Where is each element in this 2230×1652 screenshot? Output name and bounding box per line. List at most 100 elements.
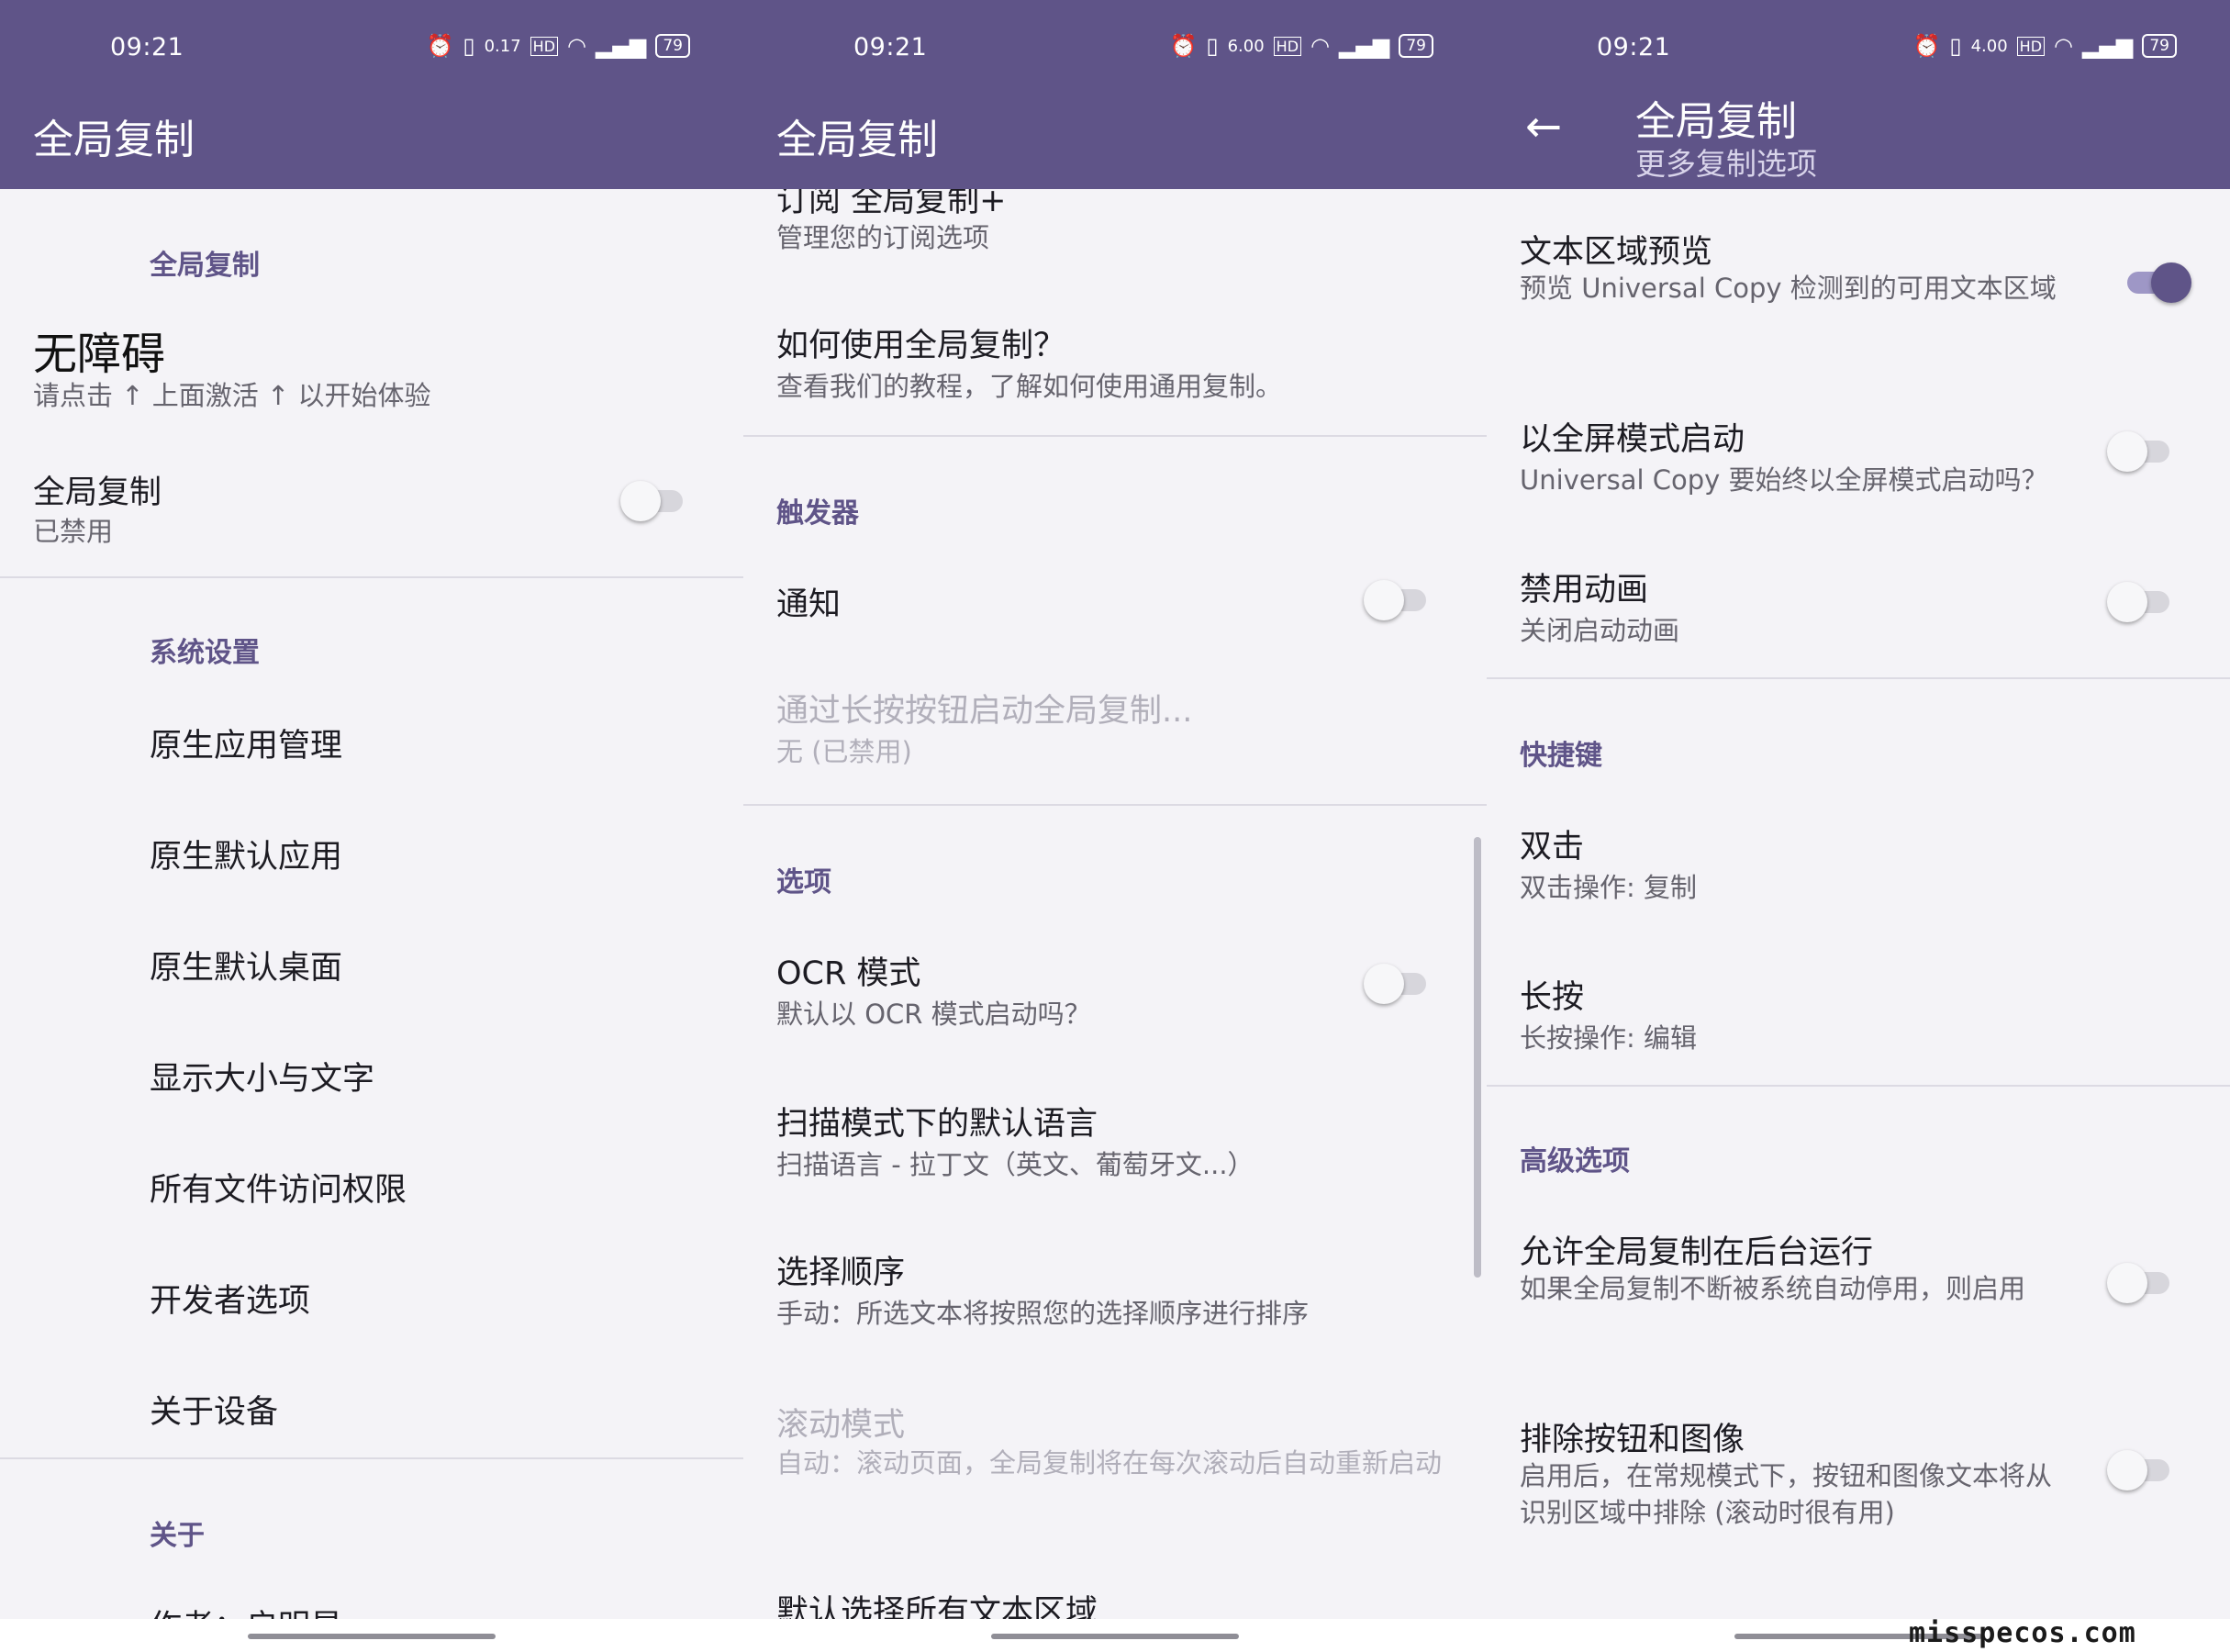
double-subtitle: 双击操作: 复制 (1520, 872, 1697, 903)
alarm-icon: ⏰ (1169, 33, 1198, 59)
exclude-title[interactable]: 排除按钮和图像 (1520, 1413, 1745, 1460)
order-title[interactable]: 选择顺序 (776, 1246, 905, 1293)
notify-title[interactable]: 通知 (776, 578, 841, 625)
status-icons: ⏰ ▯ 6.00 HD ◠ ▂▄▆ 79 (1169, 33, 1433, 59)
longpress-row[interactable]: 通过长按按钮启动全局复制... 无 (已禁用) (743, 685, 1487, 786)
battery-icon: 79 (1399, 34, 1433, 58)
section-header-options: 选项 (776, 866, 831, 899)
divider (1487, 1085, 2230, 1087)
system-item-display-size[interactable]: 显示大小与文字 (150, 1053, 374, 1099)
status-icons: ⏰ ▯ 4.00 HD ◠ ▂▄▆ 79 (1912, 33, 2177, 59)
toggle-subtitle: 已禁用 (33, 516, 114, 547)
order-subtitle: 手动：所选文本将按照您的选择顺序进行排序 (776, 1298, 1310, 1329)
longpress-title: 通过长按按钮启动全局复制... (776, 693, 1193, 730)
scroll-mode-row[interactable]: 滚动模式 自动：滚动页面，全局复制将在每次滚动后自动重新启动 (743, 1399, 1468, 1527)
vibrate-icon: ▯ (463, 33, 475, 59)
screen-main-settings: 09:21 ⏰ ▯ 0.17 HD ◠ ▂▄▆ 79 全局复制 全局复制 无障碍… (0, 0, 743, 1652)
exclude-switch[interactable] (2107, 1450, 2173, 1490)
ocr-title[interactable]: OCR 模式 (776, 947, 920, 994)
battery-icon: 79 (655, 34, 690, 58)
scrollbar[interactable] (1474, 837, 1481, 1278)
system-item-developer-options[interactable]: 开发者选项 (150, 1275, 310, 1322)
wifi-icon: ◠ (567, 33, 586, 59)
system-item-default-apps[interactable]: 原生默认应用 (150, 831, 342, 877)
signal-icon: ▂▄▆ (595, 33, 647, 59)
fullscreen-title[interactable]: 以全屏模式启动 (1520, 413, 1745, 460)
lang-subtitle: 扫描语言 - 拉丁文（英文、葡萄牙文...） (776, 1149, 1254, 1180)
accessibility-title[interactable]: 无障碍 (33, 318, 165, 382)
back-arrow-icon[interactable]: ← (1525, 101, 1562, 152)
hd-icon: HD (530, 36, 559, 56)
wifi-icon: ◠ (1310, 33, 1330, 59)
system-item-default-launcher[interactable]: 原生默认桌面 (150, 942, 342, 988)
fullscreen-switch[interactable] (2107, 431, 2173, 472)
anim-title[interactable]: 禁用动画 (1520, 564, 1648, 610)
battery-icon: 79 (2142, 34, 2177, 58)
section-header-advanced: 高级选项 (1520, 1145, 1630, 1178)
vibrate-icon: ▯ (1206, 33, 1219, 59)
long-title[interactable]: 长按 (1520, 971, 1584, 1018)
toggle-title: 全局复制 (33, 474, 162, 511)
preview-title[interactable]: 文本区域预览 (1520, 226, 1712, 273)
hd-icon: HD (2016, 36, 2046, 56)
global-copy-switch[interactable] (620, 481, 686, 521)
longpress-subtitle: 无 (已禁用) (776, 736, 912, 767)
status-time: 09:21 (853, 33, 928, 61)
section-header-system: 系统设置 (150, 637, 260, 669)
top-bar: 09:21 ⏰ ▯ 4.00 HD ◠ ▂▄▆ 79 ← 全局复制 更多复制选项 (1487, 0, 2230, 189)
accessibility-hint: 请点击 ↑ 上面激活 ↑ 以开始体验 (33, 380, 431, 411)
screen-triggers-options: 订阅 全局复制+ 管理您的订阅选项 如何使用全局复制？ 查看我们的教程，了解如何… (743, 0, 1487, 1652)
section-header-trigger: 触发器 (776, 497, 859, 530)
anim-switch[interactable] (2107, 582, 2173, 622)
section-header-shortcuts: 快捷键 (1520, 740, 1602, 772)
status-time: 09:21 (110, 33, 184, 61)
preview-subtitle: 预览 Universal Copy 检测到的可用文本区域 (1520, 273, 2057, 304)
fullscreen-subtitle: Universal Copy 要始终以全屏模式启动吗？ (1520, 464, 2048, 496)
section-header-main: 全局复制 (150, 250, 260, 282)
signal-icon: ▂▄▆ (1338, 33, 1390, 59)
system-item-about-device[interactable]: 关于设备 (150, 1386, 278, 1433)
howto-title[interactable]: 如何使用全局复制？ (776, 319, 1065, 366)
status-time: 09:21 (1597, 33, 1671, 61)
scroll-title: 滚动模式 (776, 1407, 906, 1444)
system-item-app-management[interactable]: 原生应用管理 (150, 720, 342, 766)
alarm-icon: ⏰ (1912, 33, 1941, 59)
divider (1487, 677, 2230, 679)
section-header-about: 关于 (150, 1520, 205, 1552)
top-bar: 09:21 ⏰ ▯ 6.00 HD ◠ ▂▄▆ 79 全局复制 (743, 0, 1487, 189)
system-item-file-access[interactable]: 所有文件访问权限 (150, 1164, 407, 1211)
bg-subtitle: 如果全局复制不断被系统自动停用，则启用 (1520, 1273, 2026, 1304)
divider (0, 576, 743, 578)
global-copy-toggle-row[interactable]: 全局复制 已禁用 (0, 455, 743, 547)
divider (743, 435, 1487, 437)
lang-title[interactable]: 扫描模式下的默认语言 (776, 1098, 1098, 1144)
divider (743, 804, 1487, 806)
wifi-icon: ◠ (2054, 33, 2073, 59)
long-subtitle: 长按操作: 编辑 (1520, 1022, 1697, 1054)
gesture-bar[interactable] (991, 1634, 1239, 1639)
exclude-subtitle: 启用后，在常规模式下，按钮和图像文本将从识别区域中排除 (滚动时很有用) (1520, 1460, 2053, 1528)
watermark: misspecos.com (1909, 1617, 2136, 1649)
screen-more-options: 09:21 ⏰ ▯ 4.00 HD ◠ ▂▄▆ 79 ← 全局复制 更多复制选项… (1487, 0, 2230, 1652)
anim-subtitle: 关闭启动动画 (1520, 615, 1680, 646)
app-subtitle: 更多复制选项 (1635, 146, 1817, 182)
app-title: 全局复制 (1635, 98, 1797, 145)
top-bar: 09:21 ⏰ ▯ 0.17 HD ◠ ▂▄▆ 79 全局复制 (0, 0, 743, 189)
divider (0, 1457, 743, 1459)
howto-subtitle: 查看我们的教程，了解如何使用通用复制。 (776, 371, 1283, 402)
scroll-subtitle: 自动：滚动页面，全局复制将在每次滚动后自动重新启动 (776, 1447, 1443, 1479)
app-title: 全局复制 (776, 117, 938, 163)
status-icons: ⏰ ▯ 0.17 HD ◠ ▂▄▆ 79 (426, 33, 690, 59)
gesture-bar[interactable] (248, 1634, 496, 1639)
net-speed: 4.00 (1970, 36, 2008, 56)
notify-switch[interactable] (1364, 580, 1430, 620)
subscribe-subtitle: 管理您的订阅选项 (776, 222, 990, 253)
signal-icon: ▂▄▆ (2081, 33, 2134, 59)
preview-switch[interactable] (2124, 262, 2191, 303)
alarm-icon: ⏰ (426, 33, 454, 59)
double-title[interactable]: 双击 (1520, 820, 1584, 867)
bg-switch[interactable] (2107, 1263, 2173, 1303)
bg-title[interactable]: 允许全局复制在后台运行 (1520, 1226, 1873, 1273)
ocr-switch[interactable] (1364, 964, 1430, 1004)
app-title: 全局复制 (33, 117, 195, 163)
